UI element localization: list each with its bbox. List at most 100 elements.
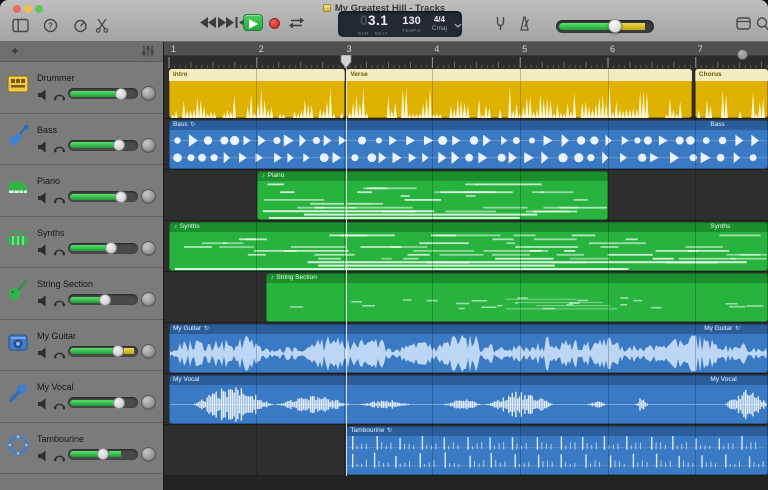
solo-button[interactable]: [53, 397, 66, 409]
pan-knob[interactable]: [141, 189, 156, 204]
piano-icon[interactable]: [5, 174, 31, 200]
solo-button[interactable]: [53, 191, 66, 203]
record-button[interactable]: [269, 18, 280, 29]
solo-button[interactable]: [53, 243, 66, 255]
region-header: ♪ String Section: [266, 273, 768, 283]
volume-fill: [70, 91, 121, 97]
mute-button[interactable]: [38, 346, 51, 358]
track-row-string-section[interactable]: String Section: [0, 268, 163, 320]
region-my-guitar[interactable]: My Guitar ↻My Guitar ↻: [169, 324, 768, 373]
media-browser-icon[interactable]: [752, 17, 768, 35]
region-label-right: My Vocal: [706, 375, 736, 385]
volume-fill: [70, 348, 118, 354]
volume-slider[interactable]: [68, 449, 138, 460]
editors-icon[interactable]: [92, 18, 112, 36]
track-row-my-guitar[interactable]: My Guitar: [0, 320, 163, 372]
region-header: My Guitar ↻My Guitar ↻: [169, 324, 768, 334]
volume-slider[interactable]: [68, 243, 138, 254]
region-header: My VocalMy Vocal: [169, 375, 768, 385]
track-row-tambourine[interactable]: Tambourine: [0, 423, 163, 475]
master-volume-knob[interactable]: [608, 19, 622, 33]
region-string-section[interactable]: ♪ String Section: [266, 273, 768, 322]
solo-button[interactable]: [53, 294, 66, 306]
mute-button[interactable]: [38, 397, 51, 409]
track-row-synths[interactable]: Synths: [0, 217, 163, 269]
mute-button[interactable]: [38, 88, 51, 100]
bass-guitar-icon[interactable]: [5, 123, 31, 149]
track-row-bass[interactable]: Bass: [0, 114, 163, 166]
volume-knob[interactable]: [113, 397, 125, 409]
mute-button[interactable]: [38, 294, 51, 306]
synth-icon[interactable]: [5, 226, 31, 252]
pan-knob[interactable]: [141, 138, 156, 153]
mixer-icon[interactable]: [141, 44, 155, 63]
play-button[interactable]: [243, 14, 263, 31]
volume-slider[interactable]: [68, 191, 138, 202]
drum-machine-icon[interactable]: [5, 71, 31, 97]
volume-slider[interactable]: [68, 346, 138, 357]
smart-controls-icon[interactable]: [70, 18, 90, 36]
region-piano[interactable]: ♪ Piano: [257, 171, 608, 220]
pan-knob[interactable]: [141, 241, 156, 256]
rewind-icon[interactable]: [198, 17, 218, 35]
volume-knob[interactable]: [97, 448, 109, 460]
pan-knob[interactable]: [141, 447, 156, 462]
region-label: Tambourine ↻: [346, 426, 393, 436]
track-name: My Vocal: [37, 382, 74, 392]
volume-meter-yellow: [620, 23, 645, 30]
microphone-icon[interactable]: [5, 380, 31, 406]
mute-button[interactable]: [38, 191, 51, 203]
region-label: Intro: [169, 69, 187, 81]
track-row-piano[interactable]: Piano: [0, 165, 163, 217]
region-tambourine[interactable]: Tambourine ↻: [346, 426, 768, 475]
solo-button[interactable]: [53, 346, 66, 358]
volume-slider[interactable]: [68, 294, 138, 305]
volume-knob[interactable]: [99, 294, 111, 306]
region-synths[interactable]: ♪ SynthsSynths: [169, 222, 768, 271]
chevron-down-icon[interactable]: [454, 15, 462, 33]
volume-knob[interactable]: [115, 88, 127, 100]
pan-knob[interactable]: [141, 395, 156, 410]
tambourine-icon[interactable]: [5, 432, 31, 458]
volume-knob[interactable]: [105, 242, 117, 254]
loop-browser-icon[interactable]: [733, 17, 753, 35]
track-name: Piano: [37, 176, 60, 186]
quick-help-icon[interactable]: ?: [40, 18, 60, 36]
volume-slider[interactable]: [68, 88, 138, 99]
volume-knob[interactable]: [113, 139, 125, 151]
library-icon[interactable]: [10, 18, 30, 36]
add-track-button[interactable]: +: [6, 44, 24, 59]
pan-knob[interactable]: [141, 344, 156, 359]
volume-knob[interactable]: [115, 191, 127, 203]
lcd-display[interactable]: 03.1 BARBEAT 130 TEMPO 4/4 Cmaj: [338, 11, 462, 37]
region-intro[interactable]: Intro: [169, 69, 345, 118]
metronome-icon[interactable]: [514, 16, 534, 34]
mute-button[interactable]: [38, 140, 51, 152]
region-bass[interactable]: Bass ↻Bass: [169, 120, 768, 169]
track-row-drummer[interactable]: Drummer: [0, 62, 163, 114]
timeline-ruler[interactable]: 1234567: [164, 42, 768, 68]
solo-button[interactable]: [53, 449, 66, 461]
volume-slider[interactable]: [68, 140, 138, 151]
violin-icon[interactable]: [5, 277, 31, 303]
lane-synths: ♪ SynthsSynths: [164, 221, 768, 272]
solo-button[interactable]: [53, 140, 66, 152]
playhead-marker[interactable]: [340, 55, 352, 74]
region-chorus[interactable]: Chorus: [695, 69, 768, 118]
pan-knob[interactable]: [141, 292, 156, 307]
mute-button[interactable]: [38, 449, 51, 461]
amp-icon[interactable]: [5, 329, 31, 355]
zoom-slider-knob[interactable]: [737, 49, 748, 60]
cycle-icon[interactable]: [286, 17, 306, 35]
volume-knob[interactable]: [112, 345, 124, 357]
volume-fill: [70, 194, 121, 200]
track-row-my-vocal[interactable]: My Vocal: [0, 371, 163, 423]
solo-button[interactable]: [53, 88, 66, 100]
pan-knob[interactable]: [141, 86, 156, 101]
master-volume-slider[interactable]: [556, 20, 654, 33]
volume-slider[interactable]: [68, 397, 138, 408]
region-my-vocal[interactable]: My VocalMy Vocal: [169, 375, 768, 424]
mute-button[interactable]: [38, 243, 51, 255]
region-verse[interactable]: Verse: [346, 69, 692, 118]
tuner-icon[interactable]: [490, 16, 510, 34]
